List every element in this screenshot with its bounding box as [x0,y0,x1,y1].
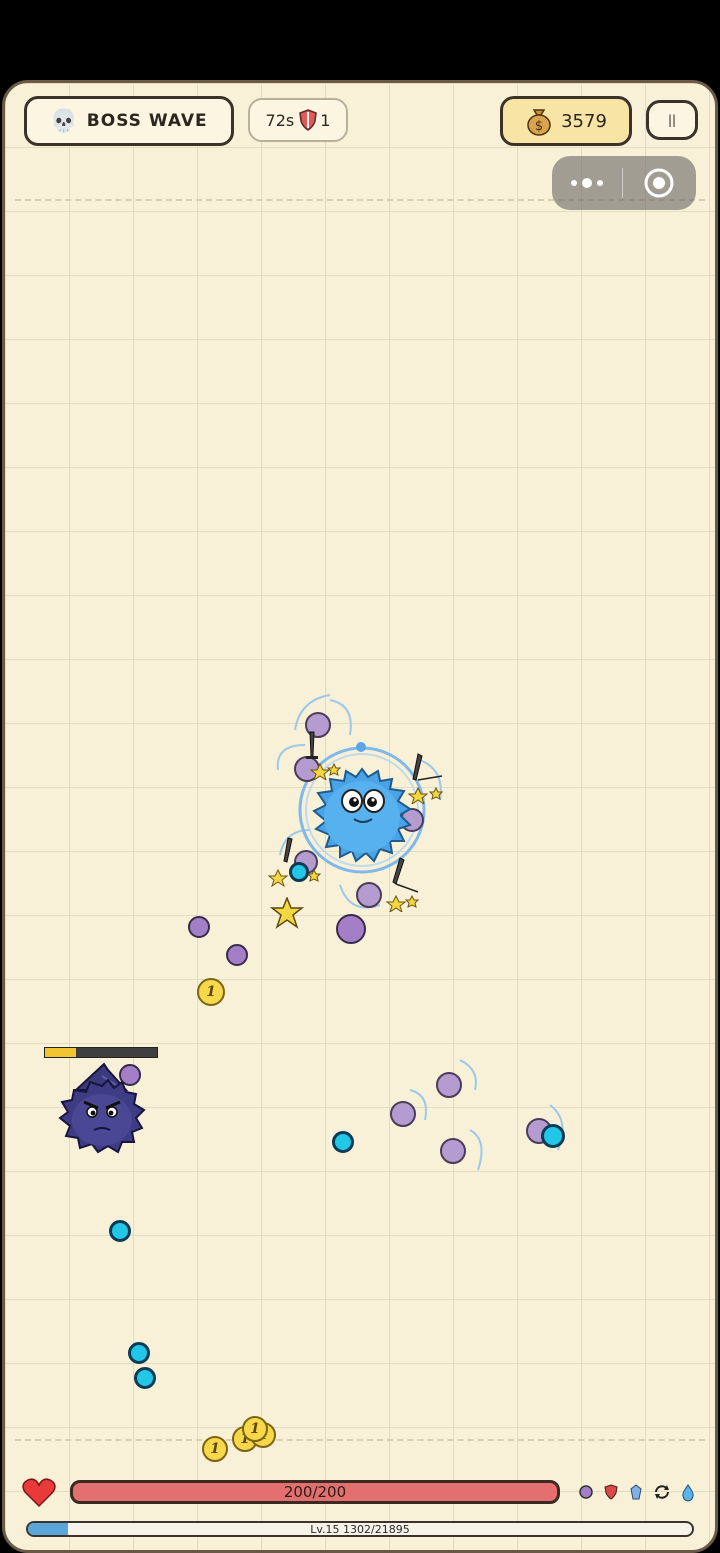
experience-bar: Lv.15 1302/21895 [26,1521,694,1537]
cyan-projectile [332,1131,354,1153]
boss-health-bar [44,1047,158,1058]
cyan-projectile [134,1367,156,1389]
cyan-projectile [541,1124,565,1148]
shield-icon [604,1484,618,1505]
coin-counter: $ 3579 [500,96,632,146]
coin-pickup: 1 [202,1436,228,1462]
player-health-bar: 200/200 [70,1480,560,1504]
enemy-minion [390,1101,416,1127]
skull-icon: 💀 [50,108,79,134]
shield-count: 1 [320,110,331,130]
level-text: Lv.15 1302/21895 [310,1522,410,1536]
money-bag-icon: $ [527,109,551,136]
pause-icon: || [667,113,677,127]
dagger-icon [306,731,342,780]
wave-label: BOSS WAVE [86,111,208,131]
wave-indicator: 💀 BOSS WAVE [24,96,234,146]
timer-shield-panel: 72s 1 [248,98,348,142]
enemy-minion [440,1138,466,1164]
heart-icon [22,1478,56,1508]
purple-orb [336,914,366,944]
target-close-icon[interactable] [623,167,695,199]
shield-icon [299,109,318,131]
coin-pickup: 1 [197,978,225,1006]
cyan-projectile [109,1220,131,1242]
cyan-projectile [289,862,309,882]
orb-icon [578,1484,594,1505]
star-pickup-icon [270,897,304,929]
player-health-text: 200/200 [283,1483,347,1501]
cyan-projectile [128,1342,150,1364]
purple-orb [188,916,210,938]
boss-character [58,1062,146,1154]
refresh-icon [653,1484,671,1505]
dagger-icon [385,857,420,912]
purple-orb [226,944,248,966]
coin-amount: 3579 [561,110,607,132]
svg-text:$: $ [535,119,543,134]
player-character [312,767,412,863]
crystal-icon [629,1484,643,1505]
coin-pickup: 1 [242,1416,268,1442]
mini-program-capsule [552,156,696,210]
more-dots-icon[interactable] [552,178,622,188]
boss-health-fill [45,1048,77,1057]
wave-timer: 72s [265,110,295,130]
droplet-icon [681,1484,695,1507]
enemy-minion [436,1072,462,1098]
arena-bottom-boundary [15,1439,705,1441]
dagger-icon [407,753,444,804]
orbit-orb [356,882,382,908]
status-bar-area [0,0,720,80]
pause-button[interactable]: || [646,100,698,140]
